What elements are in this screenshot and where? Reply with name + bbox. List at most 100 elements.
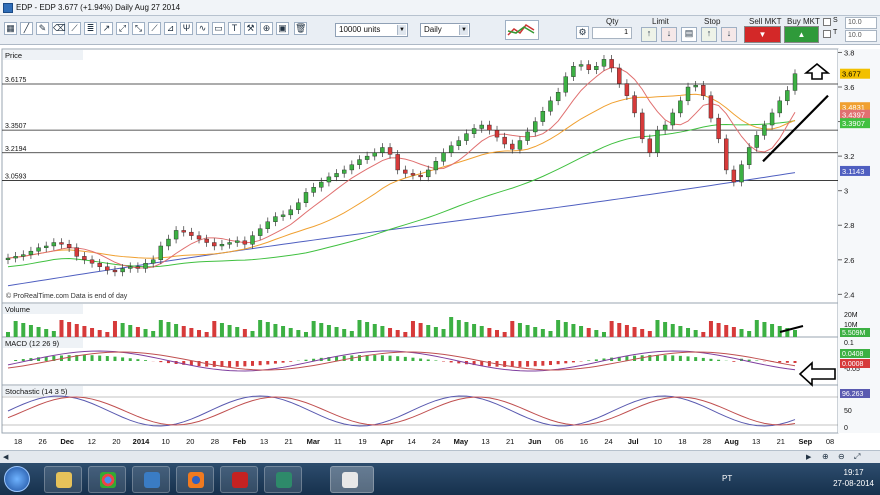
chart-area[interactable]: Price Volume MACD (12 26 9) Stochastic (14 … [0, 45, 880, 450]
taskbar-mcafee[interactable] [220, 466, 258, 493]
macd-histogram-bar [633, 355, 637, 361]
option-s-checkbox[interactable] [823, 18, 831, 26]
cycle-icon[interactable]: ∿ [196, 22, 209, 35]
volume-bar [647, 331, 652, 337]
volume-bar [120, 323, 125, 337]
trend-icon[interactable]: ⤢ [116, 22, 129, 35]
window-title: EDP - EDP 3.677 (+1.94%) Daily Aug 27 20… [16, 3, 181, 12]
scroll-right-icon[interactable]: ▶ [806, 453, 815, 462]
pitchfork-icon[interactable]: Ψ [180, 22, 193, 35]
volume-badge: 5.509M [842, 330, 866, 337]
qty-field[interactable]: 1 [592, 27, 632, 39]
macd-histogram-bar [419, 358, 423, 361]
clock[interactable]: 19:17 27-08-2014 [833, 467, 874, 489]
fit-icon[interactable]: ⤢ [854, 452, 865, 463]
candle-body [685, 86, 691, 102]
candle-body [609, 59, 614, 69]
draw-line-icon[interactable]: ╱ [20, 22, 33, 35]
taskbar-explorer-folder[interactable] [44, 466, 82, 493]
price-axis-label: 2.4 [844, 290, 854, 299]
macd-histogram-bar [273, 361, 277, 364]
x-axis-label: 20 [186, 437, 194, 446]
candle-body [586, 64, 591, 70]
volume-bar [380, 326, 385, 337]
volume-bar [456, 320, 461, 337]
fibonacci-icon[interactable]: ≣ [84, 22, 97, 35]
sell-mkt-button[interactable]: ▼ [744, 26, 781, 43]
volume-bar [693, 330, 698, 337]
eraser-icon[interactable]: ⌫ [52, 22, 66, 35]
chart-svg[interactable]: Price Volume MACD (12 26 9) Stochastic (14 … [0, 45, 880, 450]
candle-body [716, 117, 721, 140]
taskbar-firefox[interactable] [176, 466, 214, 493]
settings-icon[interactable]: ⚙ [576, 26, 589, 39]
candle-body [89, 259, 95, 264]
candle-body [372, 152, 377, 157]
text-icon[interactable]: T [228, 22, 241, 35]
candle-body [219, 244, 225, 247]
horizontal-scrollbar[interactable]: ◀ ▶ ⊕ ⊖ ⤢ [0, 450, 880, 463]
price-axis-label: 3 [844, 187, 848, 196]
volume-bar [716, 323, 721, 337]
right-field-1[interactable]: 10.0 [845, 17, 877, 29]
quantity-select[interactable]: 10000 units ▼ [335, 23, 408, 37]
macd-histogram-bar [159, 361, 163, 363]
volume-bar [708, 321, 713, 337]
autotrade-icon[interactable] [505, 20, 539, 40]
macd-histogram-bar [709, 358, 713, 361]
macd-histogram-bar [571, 361, 575, 363]
right-field-2[interactable]: 10.0 [845, 30, 877, 42]
delete-icon[interactable]: 🗑 [294, 22, 307, 35]
taskbar-chrome[interactable] [88, 466, 126, 493]
language-indicator[interactable]: PT [722, 474, 732, 483]
candle-body [303, 192, 309, 203]
taskbar-prorealtime[interactable] [330, 466, 374, 493]
zoom-icon[interactable]: ⊕ [260, 22, 273, 35]
volume-bar [204, 332, 209, 337]
candle-body [51, 242, 57, 247]
pen-icon[interactable]: ✎ [36, 22, 49, 35]
tools-icon[interactable]: ⚒ [244, 22, 257, 35]
trend2-icon[interactable]: ⤡ [132, 22, 145, 35]
zoom-in-icon[interactable]: ⊕ [822, 452, 833, 463]
taskbar-app3[interactable] [132, 466, 170, 493]
x-axis-label: 26 [38, 437, 46, 446]
period-select[interactable]: Daily ▼ [420, 23, 470, 37]
candle-body [510, 143, 515, 150]
candle-body [173, 230, 179, 240]
volume-bar [701, 332, 706, 337]
volume-bar [28, 325, 33, 337]
macd-histogram-bar [373, 355, 377, 361]
limit-sell-button[interactable]: ↓ [661, 27, 677, 42]
candle-body [341, 169, 347, 174]
limit-option-button[interactable]: ▤ [681, 27, 697, 42]
save-icon[interactable]: ▣ [276, 22, 289, 35]
trend3-icon[interactable]: ⟋ [148, 22, 161, 35]
chart-icon[interactable]: ▦ [4, 22, 17, 35]
zoom-out-icon[interactable]: ⊖ [838, 452, 849, 463]
macd-histogram-bar [426, 359, 430, 361]
arrow-line-icon[interactable]: ↗ [100, 22, 113, 35]
volume-bar [571, 324, 576, 337]
taskbar-app6[interactable] [264, 466, 302, 493]
limit-label: Limit [652, 17, 669, 26]
macd-histogram-bar [663, 355, 667, 361]
x-axis-label: 24 [432, 437, 440, 446]
buy-mkt-button[interactable]: ▲ [784, 26, 819, 43]
volume-bar [281, 326, 286, 337]
macd-histogram-bar [701, 357, 705, 361]
candle-body [792, 73, 798, 91]
rectangle-icon[interactable]: ▭ [212, 22, 225, 35]
limit-buy-button[interactable]: ↑ [641, 27, 657, 42]
stop-buy-button[interactable]: ↑ [701, 27, 717, 42]
x-axis-label: 10 [654, 437, 662, 446]
candle-body [349, 164, 355, 171]
start-button[interactable] [4, 466, 30, 492]
gann-icon[interactable]: ⊿ [164, 22, 177, 35]
macd-histogram-bar [388, 355, 392, 361]
scroll-left-icon[interactable]: ◀ [3, 453, 12, 462]
macd-histogram-bar [105, 356, 109, 361]
stop-sell-button[interactable]: ↓ [721, 27, 737, 42]
option-t-checkbox[interactable] [823, 30, 831, 38]
channel-icon[interactable]: ⟋ [68, 22, 81, 35]
